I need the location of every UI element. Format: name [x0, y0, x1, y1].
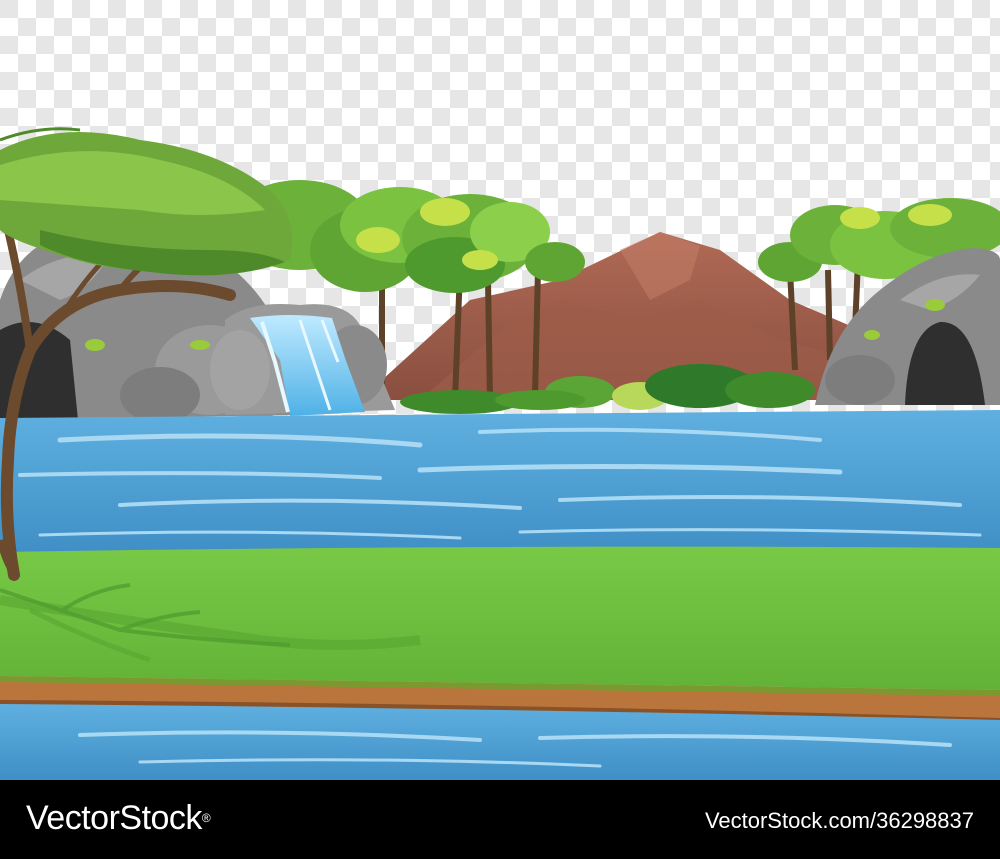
grass-field: [0, 546, 1000, 690]
brand-name: VectorStock: [26, 799, 202, 837]
watermark-bar: VectorStock® VectorStock.com/36298837: [0, 780, 1000, 859]
lake: [0, 410, 1000, 555]
illustration-scene: [0, 0, 1000, 780]
brand-logo: VectorStock®: [26, 798, 211, 838]
image-id: VectorStock.com/36298837: [704, 808, 974, 833]
registered-mark: ®: [201, 811, 211, 825]
